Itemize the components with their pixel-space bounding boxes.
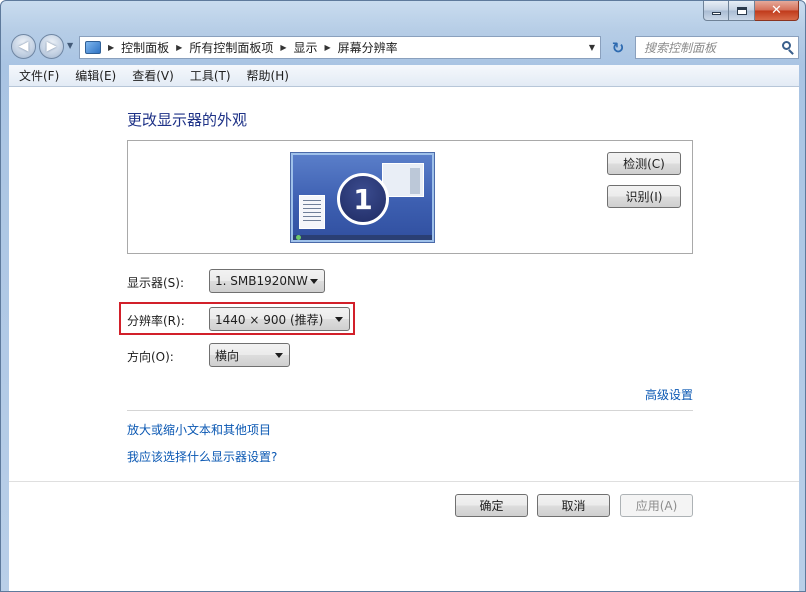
control-panel-icon xyxy=(85,41,101,54)
breadcrumb-control-panel[interactable]: 控制面板 xyxy=(121,39,169,56)
search-box[interactable]: 搜索控制面板 xyxy=(635,36,799,59)
start-orb-icon xyxy=(296,235,301,240)
apply-button[interactable]: 应用(A) xyxy=(620,494,693,517)
content-area: 更改显示器的外观 1 检测(C) 识别(I) 显示器(S): 1. SMB192… xyxy=(9,87,799,591)
footer-divider xyxy=(9,481,799,482)
menu-help[interactable]: 帮助(H) xyxy=(239,67,297,84)
display-select[interactable]: 1. SMB1920NW xyxy=(209,269,325,293)
resolution-label: 分辨率(R): xyxy=(127,314,185,328)
menu-view[interactable]: 查看(V) xyxy=(124,67,182,84)
identify-button[interactable]: 识别(I) xyxy=(607,185,681,208)
chevron-down-icon xyxy=(335,316,343,322)
menu-tools[interactable]: 工具(T) xyxy=(182,67,239,84)
search-icon[interactable] xyxy=(778,38,798,58)
navigation-bar: ◀ ▶ ▼ ▶ 控制面板 ▶ 所有控制面板项 ▶ 显示 ▶ 屏幕分辨率 ▼ ↻ … xyxy=(9,31,799,61)
page-title: 更改显示器的外观 xyxy=(127,111,248,129)
breadcrumb-separator-icon[interactable]: ▶ xyxy=(280,43,286,52)
display-settings-help-link[interactable]: 我应该选择什么显示器设置? xyxy=(127,448,277,465)
minimize-button[interactable] xyxy=(703,1,729,21)
chevron-down-icon xyxy=(310,278,318,284)
forward-button[interactable]: ▶ xyxy=(39,34,64,59)
close-icon: ✕ xyxy=(771,3,782,18)
display-label: 显示器(S): xyxy=(127,276,185,290)
breadcrumb-separator-icon[interactable]: ▶ xyxy=(108,43,114,52)
detect-button[interactable]: 检测(C) xyxy=(607,152,681,175)
back-arrow-icon: ◀ xyxy=(18,39,29,54)
recent-pages-dropdown-icon[interactable]: ▼ xyxy=(67,41,73,50)
breadcrumb-display[interactable]: 显示 xyxy=(294,39,318,56)
monitor-thumbnail[interactable]: 1 xyxy=(290,152,435,243)
maximize-icon xyxy=(736,6,747,15)
control-panel-window: ✕ ◀ ▶ ▼ ▶ 控制面板 ▶ 所有控制面板项 ▶ 显示 ▶ 屏幕分辨率 ▼ … xyxy=(0,0,806,592)
orientation-select-value: 横向 xyxy=(215,348,240,363)
menu-edit[interactable]: 编辑(E) xyxy=(67,67,124,84)
monitor-number-badge: 1 xyxy=(337,173,389,225)
orientation-select[interactable]: 横向 xyxy=(209,343,290,367)
minimize-icon xyxy=(711,12,721,15)
refresh-icon: ↻ xyxy=(611,38,625,57)
divider xyxy=(127,410,693,411)
breadcrumb-screen-resolution[interactable]: 屏幕分辨率 xyxy=(338,39,398,56)
breadcrumb-all-items[interactable]: 所有控制面板项 xyxy=(189,39,273,56)
monitor-document-graphic xyxy=(299,195,325,229)
resolution-select[interactable]: 1440 × 900 (推荐) xyxy=(209,307,350,331)
cancel-button[interactable]: 取消 xyxy=(537,494,610,517)
menu-bar: 文件(F) 编辑(E) 查看(V) 工具(T) 帮助(H) xyxy=(9,65,799,87)
forward-arrow-icon: ▶ xyxy=(46,39,57,54)
menu-file[interactable]: 文件(F) xyxy=(9,67,67,84)
chevron-down-icon xyxy=(275,352,283,358)
resolution-select-value: 1440 × 900 (推荐) xyxy=(215,312,324,327)
text-size-link[interactable]: 放大或缩小文本和其他项目 xyxy=(127,421,271,438)
display-preview-panel: 1 检测(C) 识别(I) xyxy=(127,140,693,254)
address-dropdown-icon[interactable]: ▼ xyxy=(584,37,600,58)
display-select-value: 1. SMB1920NW xyxy=(215,274,308,288)
back-button[interactable]: ◀ xyxy=(11,34,36,59)
monitor-window-graphic xyxy=(382,163,424,197)
caption-buttons: ✕ xyxy=(703,1,799,21)
breadcrumb-separator-icon[interactable]: ▶ xyxy=(325,43,331,52)
close-button[interactable]: ✕ xyxy=(755,1,799,21)
advanced-settings-link[interactable]: 高级设置 xyxy=(645,386,693,403)
orientation-label: 方向(O): xyxy=(127,350,174,364)
search-input[interactable]: 搜索控制面板 xyxy=(644,39,778,56)
address-bar[interactable]: ▶ 控制面板 ▶ 所有控制面板项 ▶ 显示 ▶ 屏幕分辨率 ▼ xyxy=(79,36,601,59)
maximize-button[interactable] xyxy=(729,1,755,21)
breadcrumb-separator-icon[interactable]: ▶ xyxy=(176,43,182,52)
monitor-taskbar-graphic xyxy=(293,235,432,240)
ok-button[interactable]: 确定 xyxy=(455,494,528,517)
refresh-button[interactable]: ↻ xyxy=(605,36,631,59)
